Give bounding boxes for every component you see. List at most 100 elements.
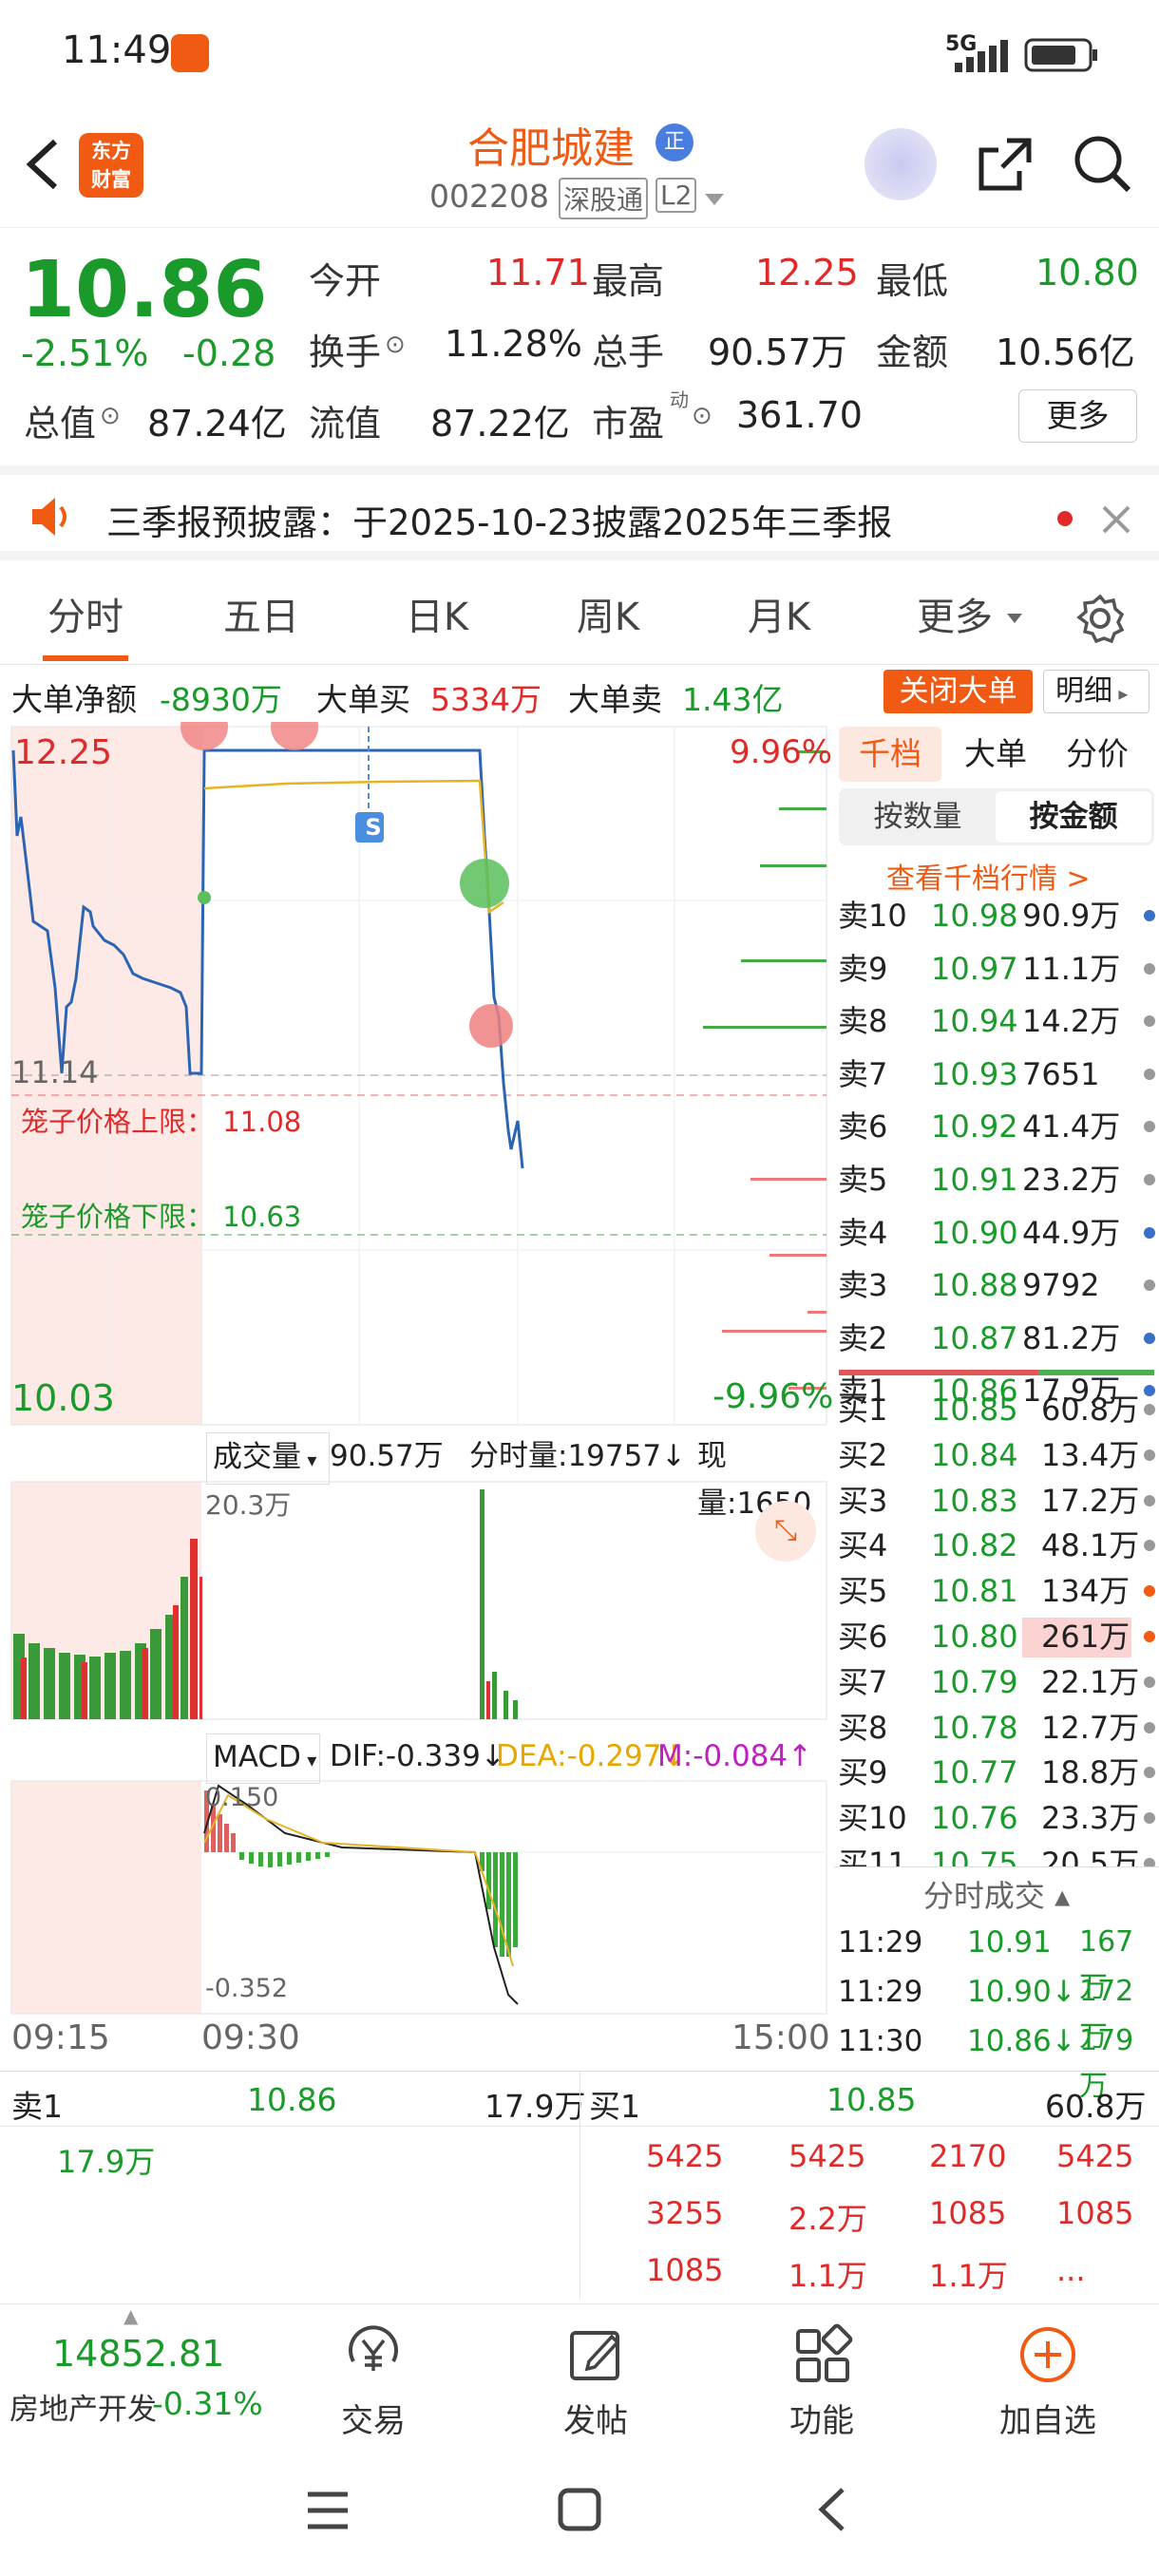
- dropdown-icon: [1007, 614, 1022, 623]
- ask-level-label: 卖9: [838, 950, 888, 987]
- low-label: 最低: [876, 260, 949, 302]
- gear-icon[interactable]: [1075, 594, 1125, 643]
- mode-by-quantity[interactable]: 按数量: [842, 791, 994, 843]
- ask-row[interactable]: 卖9 10.97 11.1万: [834, 946, 1159, 992]
- close-icon[interactable]: [1100, 503, 1132, 536]
- mode-by-amount[interactable]: 按金额: [996, 791, 1151, 843]
- back-icon[interactable]: [812, 2486, 850, 2533]
- ask-row[interactable]: 卖5 10.91 23.2万: [834, 1157, 1159, 1203]
- queue-item: 1085: [1056, 2195, 1134, 2231]
- chevron-left-icon[interactable]: [19, 136, 66, 193]
- share-icon[interactable]: [974, 133, 1036, 195]
- tab-1000-levels[interactable]: 千档: [839, 727, 941, 782]
- stock-name: 合肥城建: [467, 124, 635, 173]
- home-icon[interactable]: [556, 2486, 603, 2533]
- bid-row[interactable]: 买4 10.82 48.1万: [834, 1523, 1159, 1568]
- bid-price: 10.76: [931, 1800, 1018, 1837]
- tab-intraday[interactable]: 分时: [19, 570, 152, 665]
- queue-ask-label: 卖1: [11, 2088, 63, 2125]
- open-label: 今开: [309, 260, 382, 302]
- add-watchlist-button[interactable]: 加自选: [977, 2323, 1119, 2441]
- intraday-chart[interactable]: 12.25 9.96% 11.14 笼子价格上限： 11.08 笼子价格下限： …: [0, 722, 834, 2071]
- bid-row[interactable]: 买3 10.83 17.2万: [834, 1478, 1159, 1524]
- fs-volume-value: 19757: [567, 1439, 662, 1473]
- volume-indicator-select[interactable]: 成交量 ▾: [206, 1432, 330, 1485]
- bid-row[interactable]: 买10 10.76 23.3万: [834, 1795, 1159, 1841]
- menu-icon[interactable]: [304, 2489, 352, 2532]
- bid-row[interactable]: 买1 10.85 60.8万: [834, 1387, 1159, 1432]
- status-dot-icon: [1144, 1226, 1155, 1239]
- app-logo: 东方 财富: [79, 133, 143, 198]
- bid-price: 10.85: [931, 1392, 1018, 1428]
- tab-weekly-k[interactable]: 周K: [542, 570, 674, 665]
- ask-row[interactable]: 卖2 10.87 81.2万: [834, 1316, 1159, 1361]
- trade-button[interactable]: 交易: [302, 2323, 445, 2441]
- dif-label: DIF:-0.339↓: [330, 1739, 505, 1773]
- high-value: 12.25: [755, 252, 859, 294]
- info-icon[interactable]: ⊙: [385, 331, 406, 359]
- index-widget[interactable]: ▲ 14852.81 房地产开发 -0.31%: [0, 2304, 276, 2447]
- post-button[interactable]: 发帖: [524, 2323, 667, 2441]
- status-dot-icon: [1144, 910, 1155, 921]
- tab-more[interactable]: 更多: [898, 570, 1012, 665]
- cage-lower-text: 笼子价格下限：: [21, 1201, 215, 1233]
- pe-value: 361.70: [736, 394, 863, 436]
- bid-row[interactable]: 买5 10.81 134万: [834, 1568, 1159, 1614]
- assistant-avatar-icon[interactable]: [864, 128, 937, 200]
- search-icon[interactable]: [1072, 133, 1133, 195]
- ask-price: 10.94: [931, 1003, 1018, 1040]
- tab-5day[interactable]: 五日: [195, 570, 328, 665]
- info-icon[interactable]: ⊙: [692, 402, 712, 430]
- queue-bid-price: 10.85: [826, 2081, 917, 2118]
- cage-upper-text: 笼子价格上限：: [21, 1106, 215, 1138]
- status-dot-icon: [1144, 1631, 1155, 1642]
- macd-min-label: -0.352: [205, 1974, 289, 2003]
- tag-sgt: 深股通: [559, 178, 649, 219]
- bid-level-label: 买6: [838, 1619, 888, 1655]
- queue-ask-item: 17.9万: [57, 2144, 156, 2180]
- fs-volume-label: 分时量:: [469, 1439, 568, 1473]
- macd-indicator-select[interactable]: MACD ▾: [206, 1733, 320, 1784]
- more-button[interactable]: 更多: [1018, 389, 1137, 443]
- notice-bar[interactable]: 三季报预披露：于2025-10-23披露2025年三季报: [0, 465, 1159, 560]
- info-icon[interactable]: ⊙: [100, 402, 121, 430]
- bid-row[interactable]: 买2 10.84 13.4万: [834, 1432, 1159, 1478]
- dropdown-icon[interactable]: [703, 190, 726, 209]
- bid-row[interactable]: 买6 10.80 261万: [834, 1614, 1159, 1659]
- speaker-icon: [32, 498, 66, 536]
- view-1000-link[interactable]: 查看千档行情 >: [886, 855, 1091, 897]
- bid-price: 10.80: [931, 1619, 1018, 1655]
- trade-price: 10.91: [967, 1925, 1052, 1960]
- function-button[interactable]: 功能: [750, 2323, 893, 2441]
- status-dot-icon: [1144, 1585, 1155, 1598]
- detail-button[interactable]: 明细 ▸: [1043, 670, 1150, 713]
- volume-label: 成交量: [213, 1440, 301, 1474]
- close-big-order-button[interactable]: 关闭大单: [884, 670, 1033, 713]
- sell-marker-icon[interactable]: S: [359, 814, 388, 841]
- trades-title[interactable]: 分时成交 ▴: [834, 1872, 1159, 1916]
- tag-level2: L2: [656, 178, 697, 213]
- ask-row[interactable]: 卖10 10.98 90.9万: [834, 893, 1159, 938]
- status-dot-icon: [1144, 962, 1155, 975]
- cage-lower-label: 笼子价格下限： 10.63: [21, 1195, 301, 1235]
- bid-volume: 261万: [1041, 1619, 1130, 1655]
- low-value: 10.80: [1036, 252, 1139, 294]
- ask-row[interactable]: 卖8 10.94 14.2万: [834, 998, 1159, 1044]
- amount-value: 10.56亿: [996, 331, 1135, 373]
- ask-row[interactable]: 卖4 10.90 44.9万: [834, 1210, 1159, 1256]
- bid-row[interactable]: 买8 10.78 12.7万: [834, 1705, 1159, 1751]
- ask-row[interactable]: 卖3 10.88 9792: [834, 1262, 1159, 1308]
- bid-row[interactable]: 买9 10.77 18.8万: [834, 1750, 1159, 1795]
- ask-row[interactable]: 卖6 10.92 41.4万: [834, 1104, 1159, 1149]
- tab-price-dist[interactable]: 分价: [1045, 727, 1150, 782]
- float-value: 87.22亿: [430, 403, 570, 445]
- tab-daily-k[interactable]: 日K: [370, 570, 504, 665]
- tab-monthly-k[interactable]: 月K: [712, 570, 846, 665]
- queue-item: 1.1万: [929, 2258, 1008, 2294]
- tab-big-order[interactable]: 大单: [948, 727, 1043, 782]
- queue-item: 2170: [929, 2138, 1007, 2174]
- expand-icon[interactable]: ⤡: [755, 1501, 816, 1562]
- ask-row[interactable]: 卖7 10.93 7651: [834, 1051, 1159, 1097]
- bid-row[interactable]: 买7 10.79 22.1万: [834, 1659, 1159, 1705]
- status-dot-icon: [1144, 1015, 1155, 1028]
